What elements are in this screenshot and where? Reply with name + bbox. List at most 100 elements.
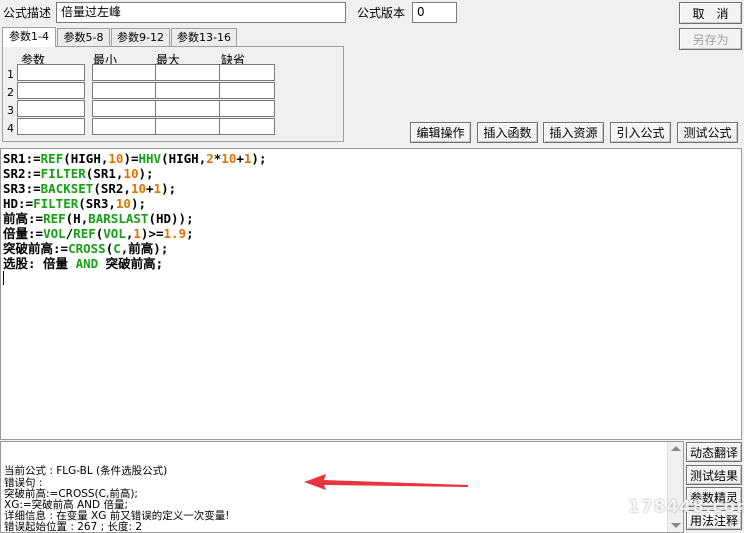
code-token: 10: [123, 166, 139, 181]
code-token: FILTER: [40, 166, 86, 181]
code-token: 1.9: [163, 226, 187, 241]
param-3-min-input[interactable]: [92, 100, 160, 117]
param-3-max-input[interactable]: [155, 100, 223, 117]
code-token: );: [251, 151, 267, 166]
code-line: 倍量:=VOL/REF(VOL,1)>=1.9;: [3, 226, 739, 241]
formula-desc-input[interactable]: 倍量过左峰: [56, 2, 346, 23]
red-arrow-annotation: [304, 474, 468, 490]
code-token: );: [138, 166, 154, 181]
edit-operation-button[interactable]: 编辑操作: [410, 122, 471, 143]
code-token: ,前高);: [120, 241, 169, 256]
param-2-min-input[interactable]: [92, 82, 160, 99]
code-token: SR1:=: [3, 151, 41, 166]
code-line: 前高:=REF(H,BARSLAST(HD));: [3, 211, 739, 226]
code-token: CROSS: [68, 241, 106, 256]
test-formula-button[interactable]: 测试公式: [677, 122, 738, 143]
formula-version-input[interactable]: 0: [412, 2, 457, 23]
code-line: 选股: 倍量 AND 突破前高;: [3, 256, 739, 271]
code-token: HD:=: [3, 196, 34, 211]
code-token: SR3:=: [3, 181, 41, 196]
code-token: )=: [123, 151, 139, 166]
code-token: 2: [206, 151, 214, 166]
arrow-icon: [304, 474, 468, 490]
code-token: (HIGH,: [161, 151, 207, 166]
tab-params-5-8[interactable]: 参数5-8: [57, 28, 110, 47]
code-token: BACKSET: [40, 181, 94, 196]
param-row-number: 1: [7, 68, 14, 81]
code-token: +: [146, 181, 154, 196]
code-token: +: [236, 151, 244, 166]
code-token: (SR3,: [78, 196, 116, 211]
param-row-number: 3: [7, 104, 14, 117]
text-cursor: [3, 271, 4, 285]
code-token: VOL: [103, 226, 126, 241]
scroll-down-icon[interactable]: [671, 523, 681, 528]
watermark: 178448.com: [628, 497, 744, 517]
tab-params-13-16[interactable]: 参数13-16: [171, 28, 237, 47]
param-2-name-input[interactable]: [17, 82, 85, 99]
code-token: (HIGH,: [63, 151, 109, 166]
code-token: 倍量:=: [3, 226, 44, 241]
code-token: REF: [40, 151, 64, 166]
code-line: SR1:=REF(HIGH,10)=HHV(HIGH,2*10+1);: [3, 151, 739, 166]
code-token: ;: [186, 226, 194, 241]
code-line: 突破前高:=CROSS(C,前高);: [3, 241, 739, 256]
param-2-max-input[interactable]: [155, 82, 223, 99]
message-line: 错误起始位置 : 267 ; 长度: 2: [4, 521, 143, 533]
code-token: (SR1,: [85, 166, 124, 181]
tab-params-9-12[interactable]: 参数9-12: [111, 28, 170, 47]
code-line: SR3:=BACKSET(SR2,10+1);: [3, 181, 739, 196]
param-4-default-input[interactable]: [219, 118, 275, 135]
dynamic-translate-button[interactable]: 动态翻译: [686, 442, 742, 462]
code-token: SR2:=: [3, 166, 41, 181]
code-token: )>=: [140, 226, 164, 241]
code-token: 前高:=: [3, 211, 44, 226]
insert-function-button[interactable]: 插入函数: [477, 122, 538, 143]
param-row-number: 4: [7, 122, 14, 135]
code-token: AND: [75, 256, 99, 271]
code-token: 突破前高:=: [3, 241, 69, 256]
code-token: 突破前高;: [98, 256, 164, 271]
param-3-name-input[interactable]: [17, 100, 85, 117]
scroll-up-icon[interactable]: [671, 446, 681, 451]
code-token: VOL: [43, 226, 66, 241]
code-token: 10: [221, 151, 237, 166]
param-1-min-input[interactable]: [92, 64, 160, 81]
param-3-default-input[interactable]: [219, 100, 275, 117]
code-line: HD:=FILTER(SR3,10);: [3, 196, 739, 211]
param-1-name-input[interactable]: [17, 64, 85, 81]
param-4-name-input[interactable]: [17, 118, 85, 135]
code-token: REF: [43, 211, 66, 226]
code-token: REF: [73, 226, 96, 241]
code-token: HHV: [138, 151, 162, 166]
save-as-button[interactable]: 另存为: [679, 28, 742, 50]
code-token: C: [113, 241, 121, 256]
tab-params-1-4[interactable]: 参数1-4: [2, 27, 56, 47]
cancel-button[interactable]: 取 消: [679, 2, 742, 24]
insert-resource-button[interactable]: 插入资源: [543, 122, 604, 143]
formula-version-label: 公式版本: [357, 6, 406, 20]
code-token: 10: [115, 196, 131, 211]
code-token: (H,: [65, 211, 89, 226]
param-2-default-input[interactable]: [219, 82, 275, 99]
test-result-button[interactable]: 测试结果: [686, 465, 742, 485]
param-panel: 参数 最小 最大 缺省 1 2 3 4: [2, 46, 344, 142]
code-token: 10: [108, 151, 124, 166]
code-token: );: [130, 196, 147, 211]
param-4-max-input[interactable]: [155, 118, 223, 135]
code-token: );: [161, 181, 177, 196]
code-token: 选股: 倍量: [3, 256, 76, 271]
param-row-number: 2: [7, 86, 14, 99]
param-1-max-input[interactable]: [155, 64, 223, 81]
code-line: [3, 271, 739, 286]
import-formula-button[interactable]: 引入公式: [610, 122, 671, 143]
code-token: FILTER: [33, 196, 79, 211]
code-line: SR2:=FILTER(SR1,10);: [3, 166, 739, 181]
param-1-default-input[interactable]: [219, 64, 275, 81]
code-token: BARSLAST: [88, 211, 149, 226]
code-token: (SR2,: [93, 181, 131, 196]
param-4-min-input[interactable]: [92, 118, 160, 135]
formula-code-editor[interactable]: SR1:=REF(HIGH,10)=HHV(HIGH,2*10+1); SR2:=…: [0, 148, 742, 440]
formula-desc-label: 公式描述: [3, 6, 52, 20]
message-scrollbar[interactable]: [667, 442, 683, 532]
